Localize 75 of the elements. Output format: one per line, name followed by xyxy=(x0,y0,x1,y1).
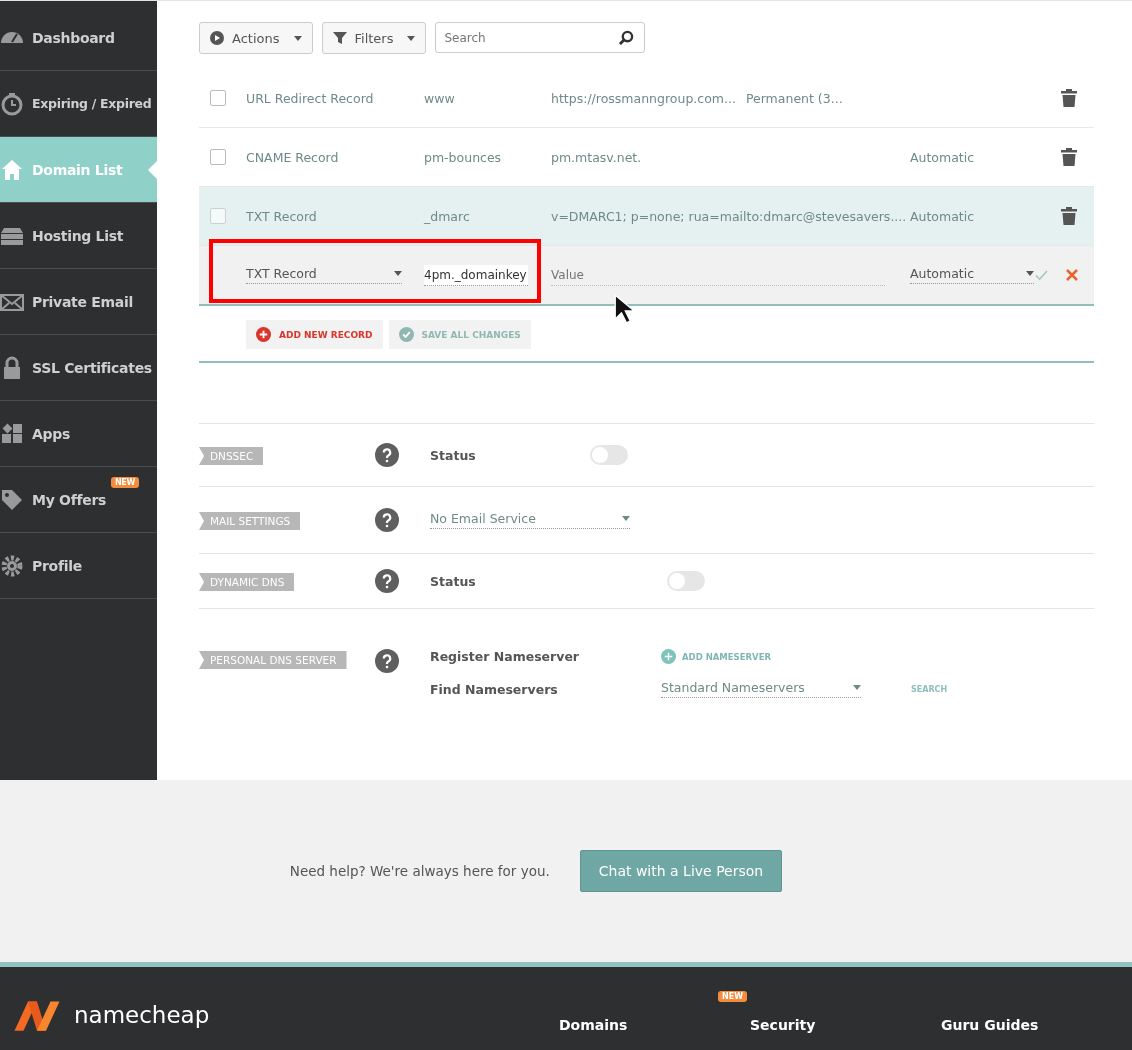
checkbox[interactable] xyxy=(210,208,226,224)
checkbox[interactable] xyxy=(210,149,226,165)
checkbox[interactable] xyxy=(210,90,226,106)
record-value: v=DMARC1; p=none; rua=mailto:dmarc@stevesavers.... xyxy=(551,208,907,224)
record-value: https://rossmanngroup.com... xyxy=(551,90,736,106)
toggle-switch[interactable] xyxy=(667,571,705,591)
sidebar-item[interactable]: Apps xyxy=(0,401,157,467)
mouse-pointer-icon xyxy=(614,294,634,324)
section-tag: PERSONAL DNS SERVER xyxy=(199,651,347,669)
nameserver-select[interactable]: Standard Nameservers xyxy=(661,680,861,698)
record-host: _dmarc xyxy=(424,208,471,224)
record-ttl: Automatic xyxy=(910,149,975,165)
record-type: TXT Record xyxy=(246,208,318,224)
record-host: www xyxy=(424,90,456,106)
section-tag: MAIL SETTINGS xyxy=(199,512,301,530)
grid-icon xyxy=(0,421,24,446)
sidebar-item[interactable]: Hosting List xyxy=(0,203,157,269)
mail-select[interactable]: No Email Service xyxy=(430,511,630,529)
help-icon[interactable] xyxy=(375,649,399,673)
help-icon[interactable] xyxy=(375,569,399,593)
register-label: Register Nameserver xyxy=(430,649,581,664)
ttl-select[interactable]: Automatic xyxy=(910,266,1034,284)
play-icon xyxy=(210,31,224,45)
footer-heading[interactable]: Domains xyxy=(559,1017,628,1033)
caret-icon xyxy=(394,271,402,276)
record-row[interactable]: URL Redirect Record www https://rossmanngroup.com... Permanent (3... xyxy=(199,69,1094,128)
footer-heading[interactable]: Security xyxy=(750,1017,816,1033)
help-text: Need help? We're always here for you. xyxy=(289,863,550,879)
caret-icon xyxy=(622,516,630,521)
checkmark-icon xyxy=(398,327,414,342)
help-icon[interactable] xyxy=(375,443,399,467)
record-ttl: Automatic xyxy=(910,208,975,224)
record-type: CNAME Record xyxy=(246,149,340,165)
close-icon[interactable] xyxy=(1066,269,1078,281)
caret-icon xyxy=(407,35,416,41)
plus-icon xyxy=(661,649,676,664)
search-icon xyxy=(619,30,635,45)
trash-icon[interactable] xyxy=(1061,207,1077,225)
record-type: URL Redirect Record xyxy=(246,90,375,106)
status-label: Status xyxy=(430,573,477,589)
add-new-record-button[interactable]: ADD NEW RECORD xyxy=(246,320,383,349)
caret-icon xyxy=(293,35,302,41)
sidebar-item[interactable]: Profile xyxy=(0,533,157,599)
record-value: pm.mtasv.net. xyxy=(551,149,642,165)
actions-dropdown[interactable]: Actions xyxy=(199,22,313,54)
trash-icon[interactable] xyxy=(1061,148,1077,166)
sidebar-item[interactable]: SSL Certificates xyxy=(0,335,157,401)
search-field[interactable]: Search xyxy=(435,22,646,53)
new-badge: NEW xyxy=(110,477,139,488)
find-label: Find Nameservers xyxy=(430,681,559,697)
section-tag: DYNAMIC DNS xyxy=(199,573,295,591)
section-tag: DNSSEC xyxy=(199,447,264,465)
toggle-switch[interactable] xyxy=(590,445,628,465)
host-input[interactable]: 4pm._domainkey xyxy=(424,264,528,286)
checkmark-icon[interactable] xyxy=(1035,269,1048,281)
caret-icon xyxy=(853,685,861,690)
status-label: Status xyxy=(430,447,477,463)
filters-dropdown[interactable]: Filters xyxy=(321,22,427,54)
new-badge: NEW xyxy=(718,991,747,1002)
redirect-type: Permanent (3... xyxy=(745,90,843,106)
record-type-select[interactable]: TXT Record xyxy=(246,266,402,284)
trash-icon[interactable] xyxy=(1061,89,1077,107)
sidebar-item[interactable]: My Offers NEW xyxy=(0,467,157,533)
plus-icon xyxy=(256,327,271,342)
logo-text: namecheap xyxy=(74,1001,210,1028)
house-icon xyxy=(0,157,24,182)
sidebar-item[interactable]: Dashboard xyxy=(0,5,157,71)
value-input[interactable]: Value xyxy=(551,264,885,286)
caret-icon xyxy=(1026,271,1034,276)
footer-heading[interactable]: Guru Guides xyxy=(941,1017,1039,1033)
stopwatch-icon xyxy=(0,91,24,116)
funnel-icon xyxy=(332,31,347,45)
sidebar-item[interactable]: Private Email xyxy=(0,269,157,335)
record-host: pm-bounces xyxy=(424,149,503,165)
help-icon[interactable] xyxy=(375,508,399,532)
